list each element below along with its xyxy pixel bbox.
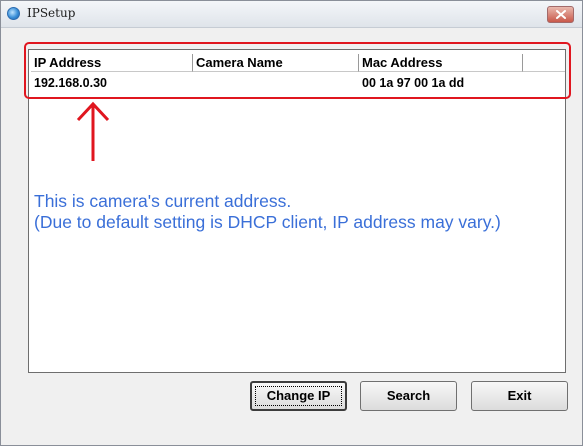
annotation-highlight-box bbox=[24, 42, 571, 99]
annotation-arrow-icon bbox=[76, 101, 110, 161]
change-ip-label: Change IP bbox=[266, 388, 331, 403]
window-title: IPSetup bbox=[27, 6, 76, 20]
exit-button[interactable]: Exit bbox=[471, 381, 568, 411]
change-ip-button[interactable]: Change IP bbox=[250, 381, 347, 411]
close-icon bbox=[556, 10, 566, 19]
annotation-line-1: This is camera's current address. bbox=[34, 191, 292, 211]
close-button[interactable] bbox=[547, 6, 574, 23]
search-button[interactable]: Search bbox=[360, 381, 457, 411]
globe-icon bbox=[7, 7, 20, 20]
title-bar[interactable]: IPSetup bbox=[1, 1, 582, 28]
annotation-line-2: (Due to default setting is DHCP client, … bbox=[34, 212, 501, 232]
ipsetup-window: IPSetup IP Address Camera Name Mac Addre… bbox=[0, 0, 583, 446]
